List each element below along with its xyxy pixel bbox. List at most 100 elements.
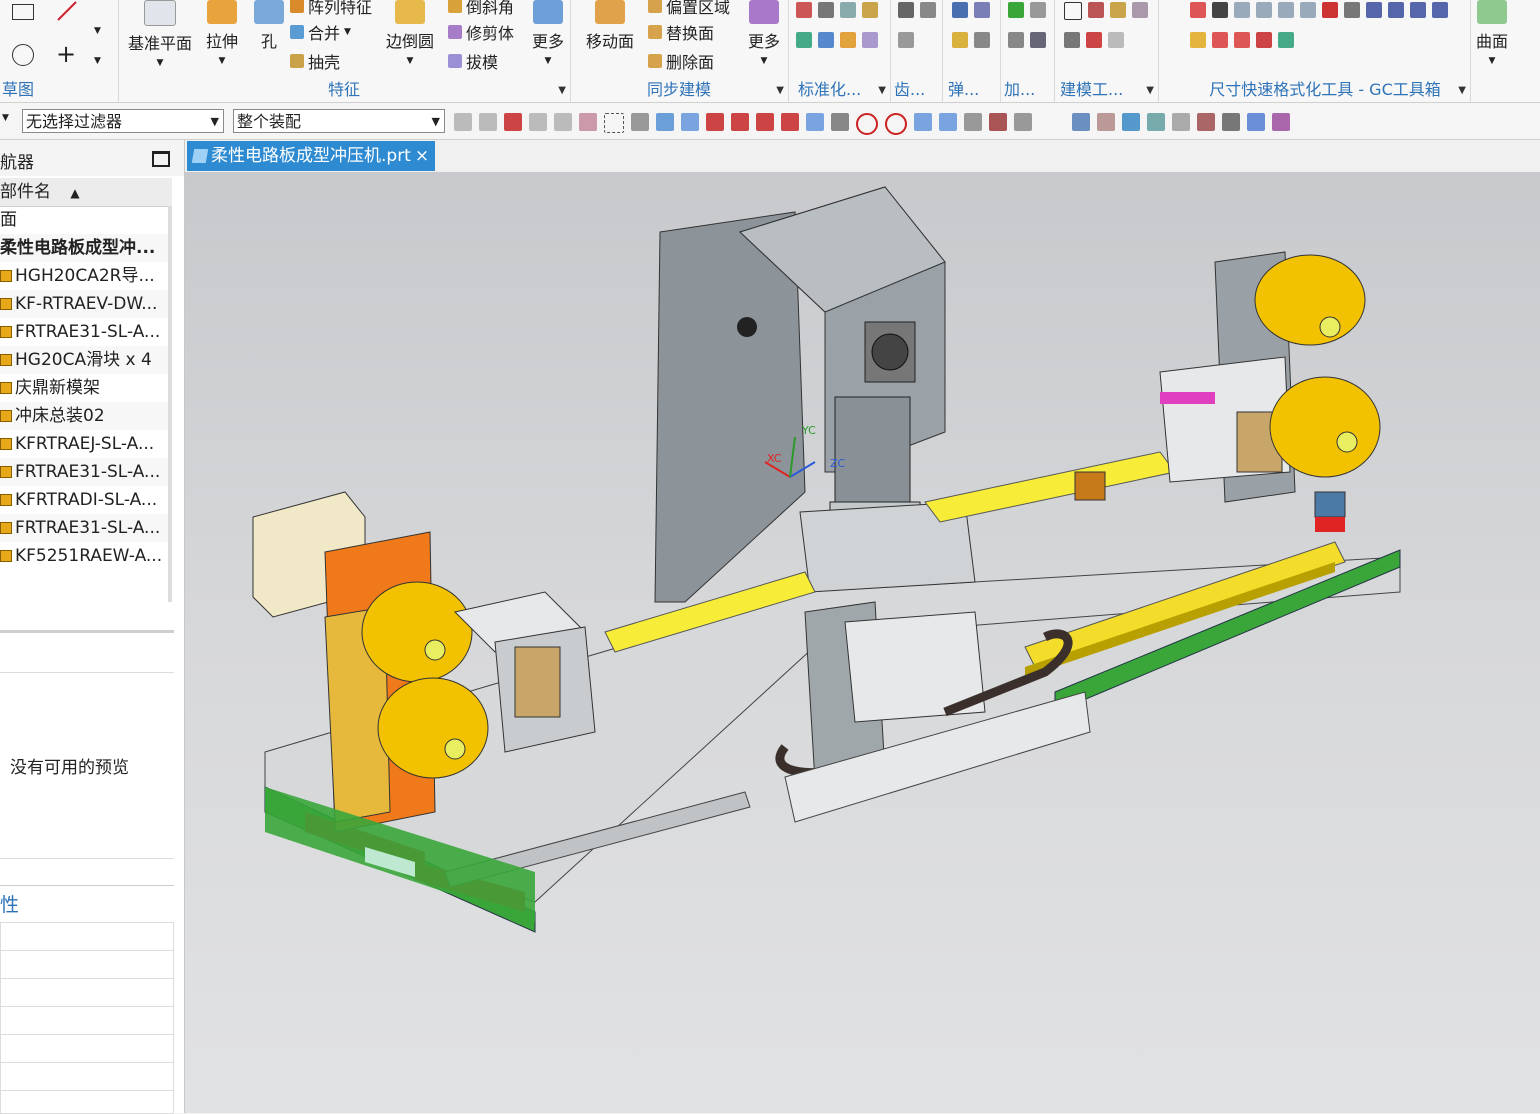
selection-filter-select[interactable]: 无选择过滤器 ▼	[22, 109, 224, 133]
chamfer-button[interactable]: 倒斜角	[448, 0, 514, 18]
gear-icon[interactable]	[920, 2, 936, 18]
dimension-icon[interactable]	[1190, 2, 1206, 18]
tool-icon[interactable]	[1064, 32, 1080, 48]
tree-node[interactable]: 冲床总装02	[0, 402, 168, 430]
snap-existing-point-icon[interactable]	[914, 113, 932, 131]
datum-plane-button[interactable]: 基准平面 ▼	[128, 0, 192, 68]
spring-icon[interactable]	[952, 32, 968, 48]
add-icon[interactable]	[1008, 32, 1024, 48]
replace-face-button[interactable]: 替换面	[648, 20, 714, 44]
tree-node[interactable]: KF-RTRAEV-DW...	[0, 290, 168, 318]
rotate-icon[interactable]	[1122, 113, 1140, 131]
delete-face-button[interactable]: 删除面	[648, 49, 714, 73]
pattern-feature-button[interactable]: 阵列特征	[290, 0, 372, 18]
tool-icon[interactable]	[1086, 32, 1102, 48]
gear-icon[interactable]	[898, 32, 914, 48]
chevron-down-icon[interactable]: ▼	[878, 85, 886, 96]
panel-divider[interactable]	[0, 630, 174, 633]
undo-icon[interactable]	[1278, 32, 1294, 48]
dimension-icon[interactable]	[1234, 32, 1250, 48]
add-icon[interactable]	[1030, 2, 1046, 18]
tolerance-icon[interactable]	[1410, 2, 1426, 18]
spring-icon[interactable]	[974, 32, 990, 48]
tree-node[interactable]: 面	[0, 206, 168, 234]
snap-intersection-icon[interactable]	[831, 113, 849, 131]
tolerance-icon[interactable]	[1344, 2, 1360, 18]
chevron-down-icon[interactable]: ▼	[1146, 85, 1154, 96]
tree-node[interactable]: 庆鼎新模架	[0, 374, 168, 402]
filter-icon[interactable]	[479, 113, 497, 131]
navigator-scrollbar[interactable]	[168, 206, 172, 602]
view-icon[interactable]	[989, 113, 1007, 131]
tree-node[interactable]: KFRTRADI-SL-A...	[0, 486, 168, 514]
tolerance-icon[interactable]	[1300, 2, 1316, 18]
shell-button[interactable]: 抽壳	[290, 49, 340, 73]
triangle-icon[interactable]	[1064, 2, 1082, 20]
point-icon[interactable]: +	[56, 40, 76, 68]
tolerance-icon[interactable]	[1278, 2, 1294, 18]
render-style-icon[interactable]	[1197, 113, 1215, 131]
standard-part-icon[interactable]	[818, 32, 834, 48]
more-sync-button[interactable]: 更多 ▼	[748, 0, 780, 66]
tool-icon[interactable]	[1110, 2, 1126, 18]
unite-button[interactable]: 合并 ▼	[290, 20, 351, 44]
select-icon[interactable]	[504, 113, 522, 131]
chevron-down-icon[interactable]: ▼	[1458, 85, 1466, 96]
gear-icon[interactable]	[898, 2, 914, 18]
snap-surface-icon[interactable]	[964, 113, 982, 131]
standard-part-icon[interactable]	[862, 32, 878, 48]
check-icon[interactable]	[1008, 2, 1024, 18]
snap-endpoint-icon[interactable]	[706, 113, 724, 131]
snap-curve-icon[interactable]	[756, 113, 774, 131]
tree-node[interactable]: KF5251RAEW-A...	[0, 542, 168, 570]
standard-part-icon[interactable]	[818, 2, 834, 18]
standard-part-icon[interactable]	[796, 2, 812, 18]
tree-node[interactable]: FRTRAE31-SL-A...	[0, 318, 168, 346]
tool-icon[interactable]	[1088, 2, 1104, 18]
surface-button[interactable]: 曲面 ▼	[1476, 0, 1508, 66]
tolerance-icon[interactable]	[1256, 2, 1272, 18]
cube-icon[interactable]	[656, 113, 674, 131]
move-face-button[interactable]: 移动面	[586, 0, 634, 52]
draft-button[interactable]: 拔模	[448, 49, 498, 73]
chevron-down-icon[interactable]: ▼	[2, 113, 9, 123]
visibility-icon[interactable]	[1272, 113, 1290, 131]
trim-body-button[interactable]: 修剪体	[448, 20, 514, 44]
tolerance-icon[interactable]	[1366, 2, 1382, 18]
machine-model[interactable]: XC ZC YC	[185, 172, 1540, 1113]
close-icon[interactable]	[1322, 2, 1338, 18]
rectangle-icon[interactable]	[12, 4, 34, 20]
chevron-down-icon[interactable]: ▼	[94, 26, 101, 36]
close-icon[interactable]	[1212, 2, 1228, 18]
tree-node[interactable]: FRTRAE31-SL-A...	[0, 514, 168, 542]
chevron-down-icon[interactable]: ▼	[94, 56, 101, 66]
orient-view-icon[interactable]	[1222, 113, 1240, 131]
snap-control-icon[interactable]	[781, 113, 799, 131]
circle-icon[interactable]	[12, 44, 34, 66]
cube-icon[interactable]	[1247, 113, 1265, 131]
filter-icon[interactable]	[454, 113, 472, 131]
chevron-down-icon[interactable]: ▼	[558, 85, 566, 96]
diameter-icon[interactable]	[1256, 32, 1272, 48]
tool-icon[interactable]	[1108, 32, 1124, 48]
view-icon[interactable]	[1172, 113, 1190, 131]
standard-part-icon[interactable]	[840, 32, 856, 48]
standard-part-icon[interactable]	[862, 2, 878, 18]
tree-node[interactable]: HGH20CA2R导...	[0, 262, 168, 290]
offset-region-button[interactable]: 偏置区域	[648, 0, 730, 18]
tab-document[interactable]: 柔性电路板成型冲压机.prt ×	[187, 141, 436, 171]
snap-spline-icon[interactable]	[806, 113, 824, 131]
tolerance-icon[interactable]	[1388, 2, 1404, 18]
select-icon[interactable]	[554, 113, 572, 131]
standard-part-icon[interactable]	[796, 32, 812, 48]
dimension-icon[interactable]	[1212, 32, 1228, 48]
view-icon[interactable]	[1014, 113, 1032, 131]
standard-part-icon[interactable]	[840, 2, 856, 18]
edge-blend-button[interactable]: 边倒圆 ▼	[386, 0, 434, 66]
snap-center-icon[interactable]	[856, 113, 878, 135]
snap-point-icon[interactable]	[681, 113, 699, 131]
select-icon[interactable]	[579, 113, 597, 131]
snap-midpoint-icon[interactable]	[731, 113, 749, 131]
fit-view-icon[interactable]	[1072, 113, 1090, 131]
maximize-icon[interactable]	[152, 151, 170, 167]
